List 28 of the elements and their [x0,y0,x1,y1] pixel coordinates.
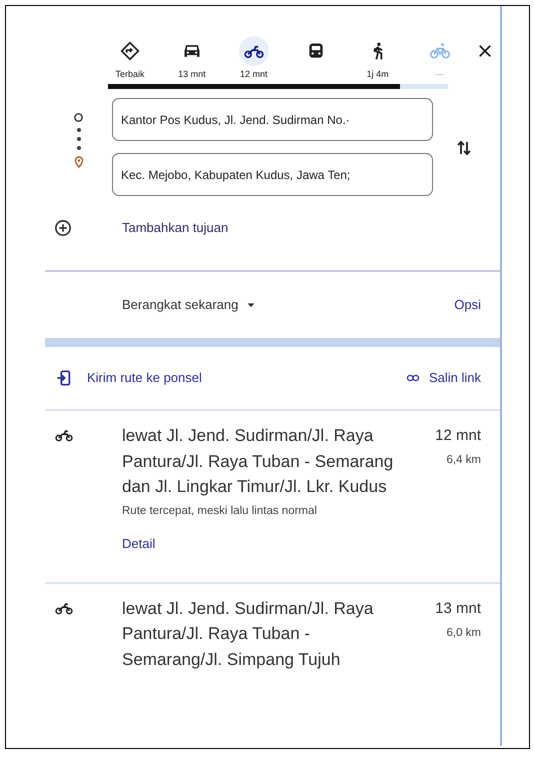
travel-mode-tab[interactable]: Terbaik [99,36,161,84]
route-distance: 6,4 km [446,453,481,468]
travel-mode-tab[interactable]: 13 mnt [160,36,223,84]
travel-mode-tab[interactable]: 1j 4m [346,36,409,84]
origin-circle-icon [73,112,84,123]
location-pin-icon [72,155,84,169]
route-description: lewat Jl. Jend. Sudirman/Jl. Raya Pantura/Jl. Raya Tuban - Semarang dan Jl. Lingkar Timur/Jl. Lkr. Kudus [122,425,394,498]
details-link[interactable]: Detail [122,534,156,553]
copy-link-button[interactable]: Salin link [404,368,481,388]
add-circle-icon [54,219,72,237]
add-destination-link[interactable]: Tambahkan tujuan [122,218,228,238]
bicycle-icon [430,41,450,61]
route-distance: 6,0 km [446,626,481,640]
directions-icon [120,41,140,61]
dotted-line-icon [76,128,80,150]
route-duration: 12 mnt [435,426,481,446]
route-description: lewat Jl. Jend. Sudirman/Jl. Raya Pantura/Jl. Raya Tuban - Semarang/Jl. Simpang Tujuh [122,598,374,670]
route-duration: 13 mnt [435,598,481,618]
travel-mode-tab[interactable]: 12 mnt [222,36,285,84]
swap-arrows-icon [455,138,473,158]
route-note: Rute tercepat, meski lalu lintas normal [122,504,318,518]
send-route-link[interactable]: Kirim rute ke ponsel [45,368,202,388]
options-link[interactable]: Opsi [454,295,481,315]
departure-dropdown[interactable]: Berangkat sekarang [122,295,256,315]
destination-field[interactable]: Kec. Mejobo, Kabupaten Kudus, Jawa Ten; [112,153,433,196]
send-to-phone-icon [56,369,72,387]
origin-field[interactable]: Kantor Pos Kudus, Jl. Jend. Sudirman No.· [112,98,433,141]
link-icon [404,372,421,384]
